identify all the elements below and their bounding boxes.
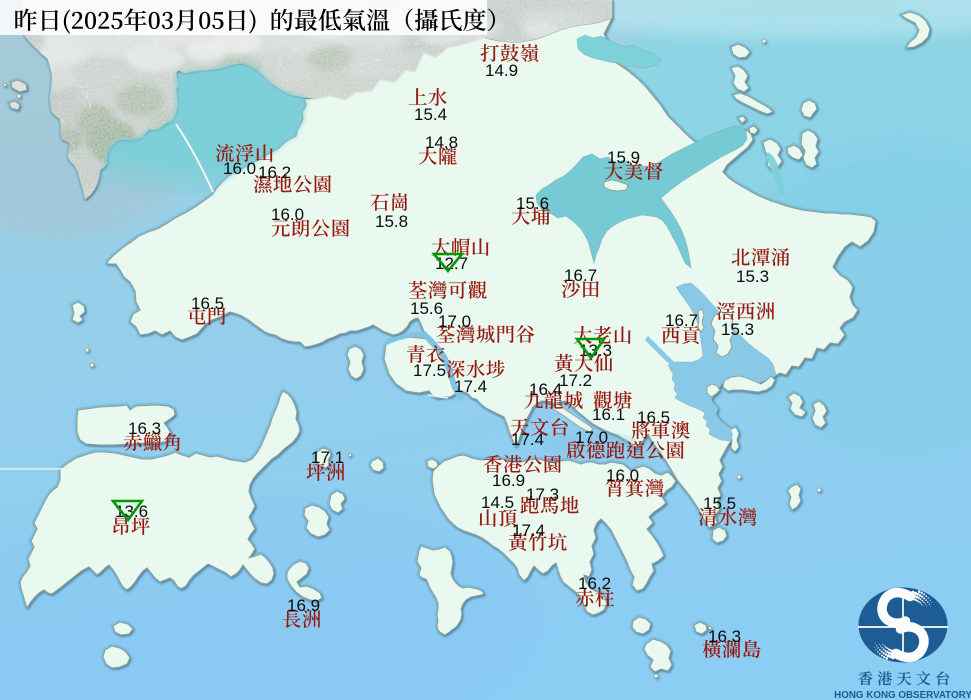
- svg-text:16.7: 16.7: [665, 311, 698, 330]
- svg-text:16.1: 16.1: [592, 405, 625, 424]
- svg-text:16.0: 16.0: [223, 159, 256, 178]
- svg-text:14.9: 14.9: [485, 61, 518, 80]
- svg-text:17.2: 17.2: [559, 371, 592, 390]
- svg-text:17.4: 17.4: [454, 377, 487, 396]
- svg-text:15.3: 15.3: [736, 267, 769, 286]
- svg-text:17.3: 17.3: [526, 485, 559, 504]
- svg-text:15.8: 15.8: [375, 212, 408, 231]
- svg-text:16.0: 16.0: [271, 205, 304, 224]
- svg-text:15.9: 15.9: [607, 148, 640, 167]
- svg-text:16.2: 16.2: [258, 163, 291, 182]
- svg-text:15.3: 15.3: [721, 320, 754, 339]
- svg-text:16.2: 16.2: [578, 574, 611, 593]
- svg-text:16.5: 16.5: [637, 408, 670, 427]
- svg-text:16.5: 16.5: [191, 294, 224, 313]
- svg-text:14.8: 14.8: [425, 133, 458, 152]
- svg-text:17.4: 17.4: [511, 430, 544, 449]
- svg-text:16.0: 16.0: [606, 466, 639, 485]
- svg-text:14.5: 14.5: [481, 493, 514, 512]
- svg-text:16.7: 16.7: [564, 266, 597, 285]
- svg-text:17.4: 17.4: [512, 521, 545, 540]
- svg-text:16.4: 16.4: [529, 380, 562, 399]
- svg-text:17.1: 17.1: [311, 448, 344, 467]
- svg-text:16.9: 16.9: [287, 596, 320, 615]
- svg-text:12.7: 12.7: [435, 254, 468, 273]
- svg-text:17.5: 17.5: [413, 361, 446, 380]
- svg-text:16.3: 16.3: [708, 627, 741, 646]
- svg-text:15.6: 15.6: [516, 194, 549, 213]
- svg-text:15.4: 15.4: [414, 105, 447, 124]
- svg-text:16.9: 16.9: [492, 471, 525, 490]
- svg-text:16.3: 16.3: [128, 419, 161, 438]
- svg-text:15.5: 15.5: [703, 494, 736, 513]
- svg-text:17.0: 17.0: [575, 428, 608, 447]
- svg-text:HONG KONG OBSERVATORY: HONG KONG OBSERVATORY: [834, 690, 971, 700]
- svg-text:17.0: 17.0: [438, 312, 471, 331]
